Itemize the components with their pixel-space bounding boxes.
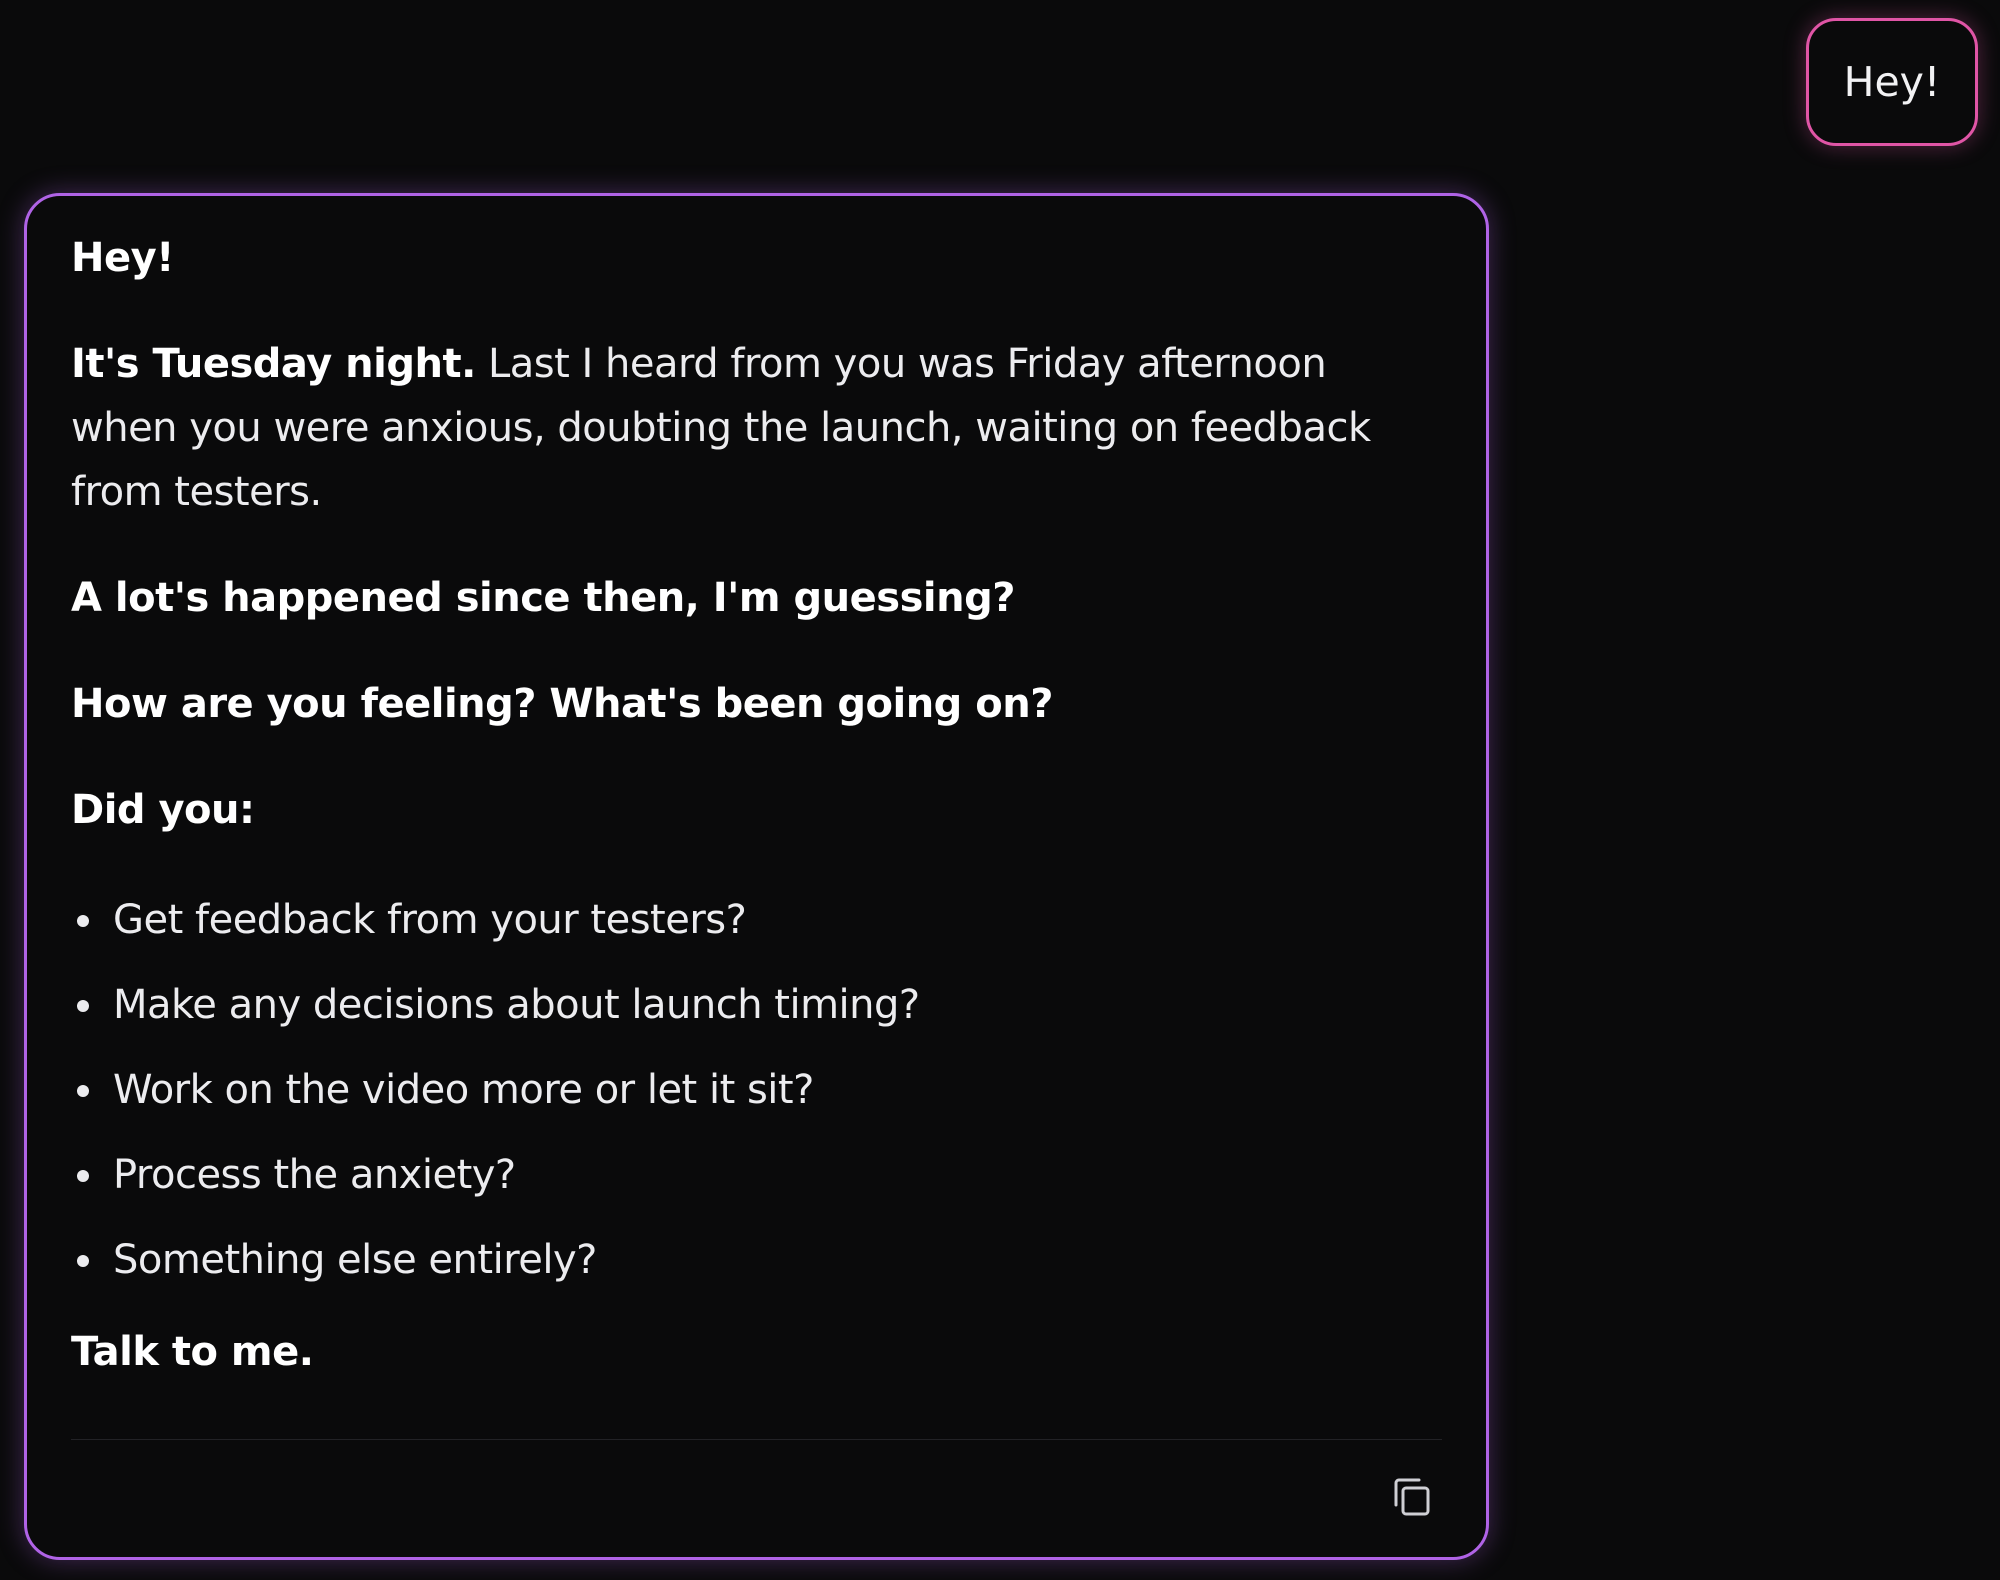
question-list: Get feedback from your testers? Make any…: [71, 888, 1441, 1292]
bullet-dot-icon: [77, 1255, 89, 1267]
question-feeling: How are you feeling? What's been going o…: [71, 681, 1053, 727]
list-item: Something else entirely?: [71, 1228, 1441, 1292]
assistant-message-content: Hey! It's Tuesday night. Last I heard fr…: [71, 226, 1441, 1384]
list-item: Make any decisions about launch timing?: [71, 973, 1441, 1037]
assistant-message-card: Hey! It's Tuesday night. Last I heard fr…: [24, 193, 1489, 1560]
bullet-dot-icon: [77, 1085, 89, 1097]
intro-paragraph: It's Tuesday night. Last I heard from yo…: [71, 332, 1441, 524]
user-message-bubble: Hey!: [1806, 18, 1978, 146]
closing-text: Talk to me.: [71, 1329, 314, 1375]
question-happened: A lot's happened since then, I'm guessin…: [71, 575, 1015, 621]
greeting-text: Hey!: [71, 235, 174, 281]
copy-icon: [1394, 1478, 1430, 1516]
footer-divider: [71, 1439, 1442, 1440]
list-item: Process the anxiety?: [71, 1143, 1441, 1207]
list-item-text: Something else entirely?: [113, 1237, 597, 1283]
bullet-dot-icon: [77, 1000, 89, 1012]
user-message-text: Hey!: [1843, 58, 1941, 106]
intro-bold-text: It's Tuesday night.: [71, 341, 476, 387]
list-heading: Did you:: [71, 787, 255, 833]
list-item-text: Get feedback from your testers?: [113, 897, 747, 943]
list-item-text: Process the anxiety?: [113, 1152, 516, 1198]
list-item: Work on the video more or let it sit?: [71, 1058, 1441, 1122]
bullet-dot-icon: [77, 915, 89, 927]
copy-button[interactable]: [1390, 1475, 1434, 1519]
bullet-dot-icon: [77, 1170, 89, 1182]
list-item-text: Make any decisions about launch timing?: [113, 982, 920, 1028]
list-item: Get feedback from your testers?: [71, 888, 1441, 952]
list-item-text: Work on the video more or let it sit?: [113, 1067, 814, 1113]
